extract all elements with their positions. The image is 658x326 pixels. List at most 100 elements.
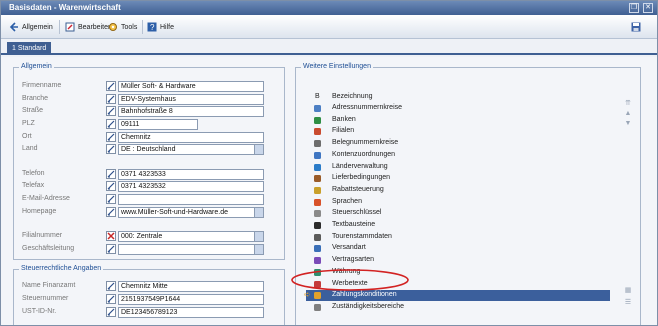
list-item[interactable]: Zuständigkeitsbereiche — [306, 302, 610, 313]
move-top-icon[interactable]: ⇈ — [624, 100, 632, 108]
list-item[interactable]: Banken — [306, 115, 610, 126]
address-icon — [313, 104, 322, 113]
list-item[interactable]: Versandart — [306, 243, 610, 254]
field-row: UST-ID-Nr. DE123456789123 — [14, 307, 284, 318]
field-label: Branche — [22, 95, 49, 102]
list-item[interactable]: Länderverwaltung — [306, 162, 610, 173]
field-edit-checkbox[interactable] — [106, 294, 116, 304]
content-area: Allgemein Firmenname Müller Soft- & Hardw… — [1, 57, 657, 325]
allgemein-label: Allgemein — [22, 23, 53, 31]
field-input[interactable]: DE : Deutschland — [118, 144, 264, 155]
field-edit-checkbox[interactable] — [106, 119, 116, 129]
field-input[interactable]: 09111 — [118, 119, 198, 130]
field-edit-checkbox[interactable] — [106, 307, 116, 317]
tab-standard[interactable]: 1 Standard — [7, 42, 52, 55]
field-value: www.Müller-Soft-und-Hardware.de — [121, 209, 228, 216]
allgemein-menu[interactable]: Allgemein — [9, 21, 53, 33]
grid-view-icon[interactable]: ▦ — [624, 287, 632, 295]
field-input[interactable]: 000: Zentrale — [118, 231, 264, 242]
list-item[interactable]: Vertragsarten — [306, 255, 610, 266]
move-down-icon[interactable]: ▼ — [624, 120, 632, 128]
move-up-icon[interactable]: ▲ — [624, 110, 632, 118]
list-header: B Bezeichnung — [306, 93, 610, 103]
list-item[interactable]: Textbausteine — [306, 220, 610, 231]
tax-key-icon — [313, 209, 322, 218]
field-row: Ort Chemnitz — [14, 132, 284, 143]
restore-button[interactable]: ❐ — [629, 3, 639, 13]
tour-icon — [313, 233, 322, 242]
allgemein-legend: Allgemein — [19, 63, 54, 70]
field-edit-checkbox[interactable] — [106, 94, 116, 104]
field-input[interactable] — [118, 194, 264, 205]
list-item-label: Zahlungskonditionen — [332, 291, 397, 299]
field-edit-checkbox[interactable] — [106, 81, 116, 91]
field-row: E-Mail-Adresse — [14, 194, 284, 205]
list-item[interactable]: Lieferbedingungen — [306, 173, 610, 184]
field-row: Homepage www.Müller-Soft-und-Hardware.de — [14, 207, 284, 218]
field-input[interactable]: www.Müller-Soft-und-Hardware.de — [118, 207, 264, 218]
list-item-label: Banken — [332, 115, 356, 123]
shipping-icon — [313, 244, 322, 253]
hilfe-menu[interactable]: ? Hilfe — [147, 21, 174, 33]
list-item-label: Vertragsarten — [332, 256, 375, 264]
field-input[interactable] — [118, 244, 264, 255]
field-input[interactable]: 2151937549P1644 — [118, 294, 264, 305]
edit-icon — [65, 22, 75, 32]
list-item[interactable]: Filialen — [306, 126, 610, 137]
bearbeiten-menu[interactable]: Bearbeiten — [65, 21, 112, 33]
list-item-label: Rabattsteuerung — [332, 185, 384, 193]
dropdown-arrow-icon[interactable] — [254, 232, 263, 241]
field-input[interactable]: Bahnhofstraße 8 — [118, 106, 264, 117]
column-bezeichnung-header: Bezeichnung — [332, 93, 373, 100]
field-edit-checkbox[interactable] — [106, 106, 116, 116]
help-icon: ? — [147, 22, 157, 32]
dropdown-arrow-icon[interactable] — [254, 245, 263, 254]
list-item[interactable]: Adressnummernkreise — [306, 103, 610, 114]
list-view-icon[interactable]: ☰ — [624, 299, 632, 307]
toolbar-separator — [142, 20, 143, 34]
list-item-label: Zuständigkeitsbereiche — [332, 302, 404, 310]
field-input[interactable]: Chemnitz — [118, 132, 264, 143]
account-icon — [313, 151, 322, 160]
field-edit-checkbox[interactable] — [106, 244, 116, 254]
field-edit-checkbox[interactable] — [106, 194, 116, 204]
field-input[interactable]: Müller Soft- & Hardware — [118, 81, 264, 92]
dropdown-arrow-icon[interactable] — [254, 208, 263, 217]
list-item-label: Versandart — [332, 244, 366, 252]
tools-menu[interactable]: Tools — [108, 21, 137, 33]
list-item[interactable]: Belegnummernkreise — [306, 138, 610, 149]
field-edit-checkbox[interactable] — [106, 169, 116, 179]
document-icon — [313, 139, 322, 148]
save-icon[interactable] — [631, 22, 641, 32]
steuer-group: Steuerrechtliche Angaben Name Finanzamt C… — [13, 265, 285, 325]
toolbar-separator — [59, 20, 60, 34]
allgemein-group: Allgemein Firmenname Müller Soft- & Hardw… — [13, 63, 285, 260]
field-input[interactable]: EDV-Systemhaus — [118, 94, 264, 105]
list-item[interactable]: Kontenzuordnungen — [306, 150, 610, 161]
field-input[interactable]: Chemnitz Mitte — [118, 281, 264, 292]
field-edit-checkbox[interactable] — [106, 144, 116, 154]
field-value: 0371 4323532 — [121, 183, 166, 190]
list-item[interactable]: Steuerschlüssel — [306, 208, 610, 219]
field-input[interactable]: DE123456789123 — [118, 307, 264, 318]
field-input[interactable]: 0371 4323533 — [118, 169, 264, 180]
field-edit-checkbox[interactable] — [106, 207, 116, 217]
field-value: DE : Deutschland — [121, 146, 176, 153]
field-edit-checkbox[interactable] — [106, 181, 116, 191]
list-item[interactable]: Sprachen — [306, 197, 610, 208]
field-label: Filialnummer — [22, 232, 63, 239]
list-item[interactable]: Tourenstammdaten — [306, 232, 610, 243]
field-label: Straße — [22, 107, 44, 114]
field-row: Land DE : Deutschland — [14, 144, 284, 155]
field-row: Straße Bahnhofstraße 8 — [14, 106, 284, 117]
field-edit-checkbox[interactable] — [106, 281, 116, 291]
field-input[interactable]: 0371 4323532 — [118, 181, 264, 192]
field-edit-checkbox[interactable] — [106, 132, 116, 142]
field-row: Firmenname Müller Soft- & Hardware — [14, 81, 284, 92]
list-item[interactable]: Rabattsteuerung — [306, 185, 610, 196]
dropdown-arrow-icon[interactable] — [254, 145, 263, 154]
close-button[interactable]: ✕ — [643, 3, 653, 13]
field-row: PLZ 09111 — [14, 119, 284, 130]
field-edit-checkbox[interactable] — [106, 231, 116, 241]
field-row: Name Finanzamt Chemnitz Mitte — [14, 281, 284, 292]
